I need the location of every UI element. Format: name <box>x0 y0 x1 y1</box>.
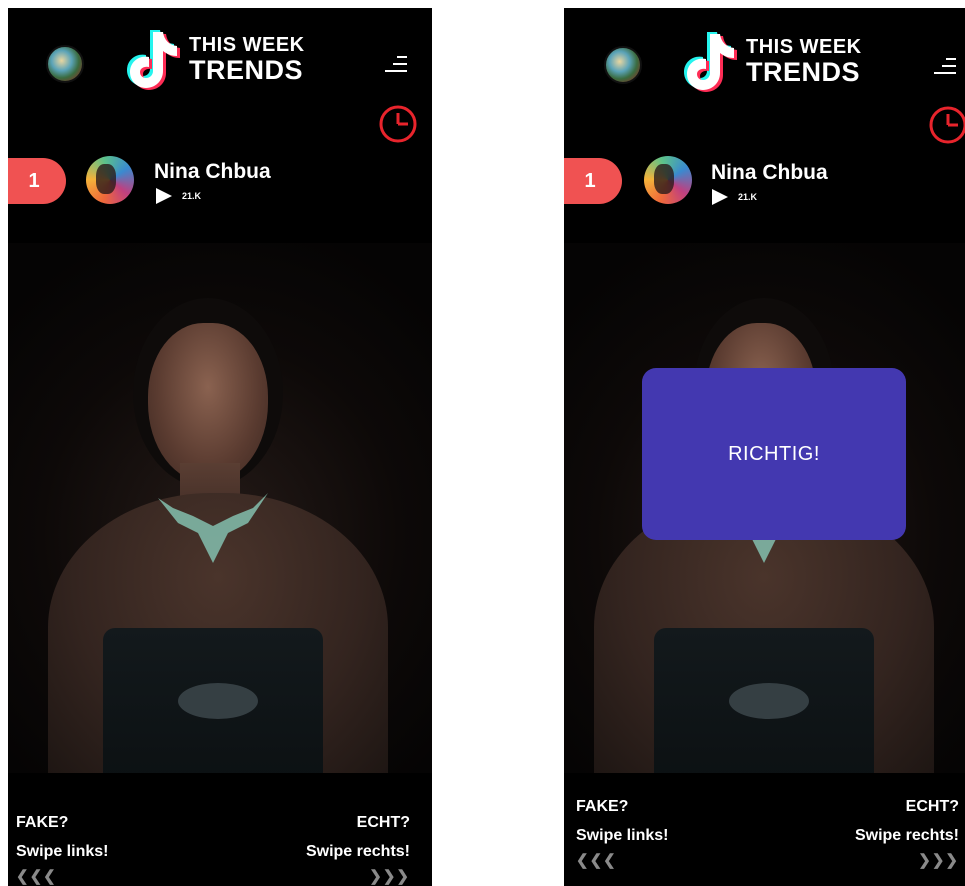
logo-text-line1: THIS WEEK <box>746 35 862 58</box>
swipe-left-label: Swipe links! <box>16 843 109 860</box>
play-icon[interactable] <box>156 188 172 204</box>
feedback-popup[interactable]: RICHTIG! <box>642 368 906 540</box>
artist-name: Nina Chbua <box>711 161 828 184</box>
artist-avatar[interactable] <box>644 156 692 204</box>
feedback-message: RICHTIG! <box>728 442 820 465</box>
logo-text-line2: TRENDS <box>746 56 861 87</box>
swipe-left-label: Swipe links! <box>576 827 669 844</box>
tiktok-note-icon <box>684 32 737 92</box>
play-count: 21.K <box>182 191 202 201</box>
tiktok-note-icon <box>127 30 180 90</box>
fake-hint: FAKE? Swipe links! ❮❮❮ <box>576 798 668 869</box>
logo-text-line1: THIS WEEK <box>189 33 305 56</box>
phone-screen-left: THIS WEEK TRENDS 1 Nina Chbua 21.K FAKE?… <box>8 8 432 886</box>
artist-avatar[interactable] <box>86 156 134 204</box>
logo-text-line2: TRENDS <box>189 54 304 85</box>
play-icon[interactable] <box>712 189 728 205</box>
real-hint: ECHT? Swipe rechts! ❯❯❯ <box>855 798 959 869</box>
artist-name: Nina Chbua <box>154 160 271 183</box>
real-hint: ECHT? Swipe rechts! ❯❯❯ <box>306 814 410 885</box>
menu-icon[interactable] <box>385 56 407 74</box>
real-label: ECHT? <box>356 814 410 831</box>
play-count: 21.K <box>738 192 758 202</box>
phone-screen-right: THIS WEEK TRENDS 1 Nina Chbua 21.K RICHT… <box>564 8 965 886</box>
chevrons-left-icon: ❮❮❮ <box>576 852 617 869</box>
rank-badge: 1 <box>8 158 66 204</box>
app-logo: THIS WEEK TRENDS <box>680 30 862 92</box>
profile-avatar[interactable] <box>604 46 642 84</box>
play-count-row: 21.K <box>712 189 757 205</box>
chevrons-left-icon: ❮❮❮ <box>16 868 57 885</box>
swipe-right-label: Swipe rechts! <box>854 827 959 844</box>
real-label: ECHT? <box>905 798 959 815</box>
video-frame[interactable] <box>8 243 432 773</box>
clock-icon[interactable] <box>378 104 418 144</box>
profile-avatar[interactable] <box>46 45 84 83</box>
fake-hint: FAKE? Swipe links! ❮❮❮ <box>16 814 108 885</box>
chevrons-right-icon: ❯❯❯ <box>369 868 410 885</box>
fake-label: FAKE? <box>16 814 69 831</box>
clock-icon[interactable] <box>928 105 965 145</box>
menu-icon[interactable] <box>934 58 956 76</box>
app-logo: THIS WEEK TRENDS <box>123 28 305 90</box>
fake-label: FAKE? <box>576 798 629 815</box>
play-count-row: 21.K <box>156 188 201 204</box>
swipe-right-label: Swipe rechts! <box>305 843 410 860</box>
chevrons-right-icon: ❯❯❯ <box>918 852 959 869</box>
necklace-graphic <box>158 493 268 563</box>
rank-badge: 1 <box>564 158 622 204</box>
